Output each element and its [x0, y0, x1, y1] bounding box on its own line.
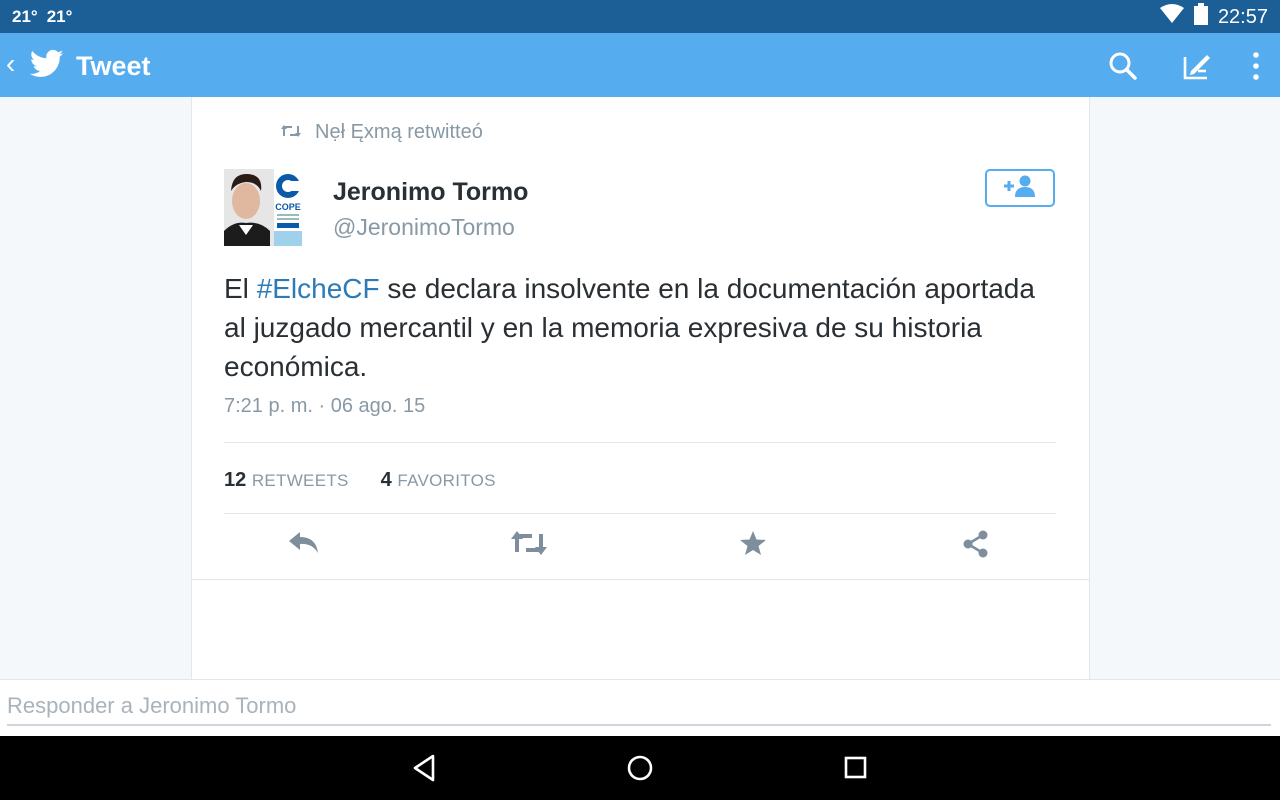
tweet-card: Nẹł Ęxmą retwitteó COPE Jeronimo Tormo @… — [191, 97, 1090, 679]
temperature-2: 21° — [46, 7, 73, 26]
status-bar: 21° 21° 22:57 — [0, 0, 1280, 33]
retweets-count: 12 — [224, 469, 247, 491]
retweet-icon[interactable] — [510, 530, 548, 561]
divider — [224, 442, 1056, 443]
tweet-text: El #ElcheCF se declara insolvente en la … — [224, 269, 1064, 386]
retweet-small-icon — [281, 121, 301, 144]
avatar-logo-text: COPE — [275, 202, 301, 212]
compose-icon[interactable] — [1182, 51, 1212, 86]
page-title: Tweet — [76, 51, 151, 81]
share-icon[interactable] — [962, 530, 990, 563]
tweet-timestamp: 7:21 p. m. · 06 ago. 15 — [224, 395, 426, 417]
retweet-context: Nẹł Ęxmą retwitteó — [281, 121, 483, 144]
overflow-menu-icon[interactable] — [1246, 51, 1266, 86]
recents-square-icon[interactable] — [843, 753, 869, 788]
battery-icon — [1193, 3, 1208, 31]
search-icon[interactable] — [1108, 51, 1138, 86]
twitter-bird-icon[interactable] — [29, 49, 64, 84]
add-user-icon — [1002, 175, 1038, 202]
back-chevron-icon[interactable]: ‹ — [6, 50, 15, 78]
app-bar: ‹ Tweet — [0, 33, 1280, 97]
avatar[interactable]: COPE — [224, 169, 302, 246]
favorite-star-icon[interactable] — [739, 530, 767, 561]
favorites-count: 4 — [380, 469, 392, 491]
reply-input[interactable] — [7, 688, 1271, 726]
author-handle[interactable]: @JeronimoTormo — [333, 214, 515, 241]
retweets-stat[interactable]: 12 RETWEETS — [224, 469, 349, 492]
follow-button[interactable] — [985, 169, 1055, 207]
temperature-1: 21° — [12, 7, 38, 26]
weather-temps: 21° 21° — [12, 7, 81, 27]
status-icons: 22:57 — [1159, 3, 1268, 31]
hashtag-link[interactable]: #ElcheCF — [257, 273, 380, 304]
retweeted-by-text: Nẹł Ęxmą retwitteó — [315, 121, 483, 143]
favorites-stat[interactable]: 4 FAVORITOS — [381, 469, 496, 492]
author-name[interactable]: Jeronimo Tormo — [333, 178, 528, 207]
reply-bar — [0, 679, 1280, 736]
clock: 22:57 — [1217, 5, 1268, 28]
back-triangle-icon[interactable] — [411, 753, 437, 788]
wifi-icon — [1159, 4, 1184, 30]
reply-icon[interactable] — [288, 530, 320, 559]
tweet-stats: 12 RETWEETS 4 FAVORITOS — [224, 469, 496, 492]
retweets-label: RETWEETS — [251, 471, 349, 490]
navigation-bar — [0, 736, 1280, 800]
favorites-label: FAVORITOS — [397, 471, 496, 490]
home-circle-icon[interactable] — [626, 753, 654, 788]
divider — [192, 579, 1089, 580]
tweet-text-start: El — [224, 273, 257, 304]
divider — [224, 513, 1056, 514]
